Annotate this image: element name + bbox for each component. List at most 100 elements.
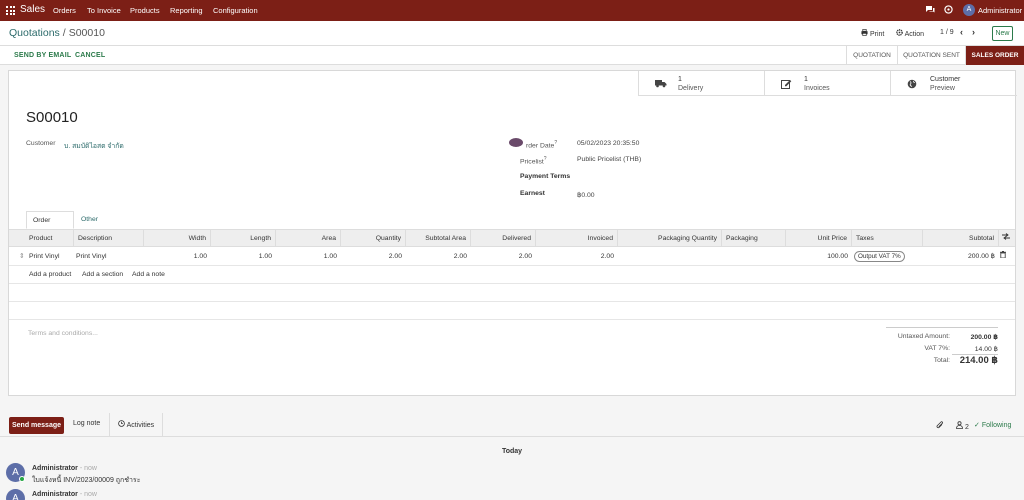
log-note-button[interactable]: Log note <box>73 420 100 427</box>
customer-preview-smart-button[interactable]: Customer Preview <box>890 71 1017 96</box>
col-unit-price[interactable]: Unit Price <box>786 230 852 247</box>
following-button[interactable]: ✓ Following <box>974 421 1011 429</box>
breadcrumb-current: S00010 <box>68 27 105 39</box>
order-date-help-icon[interactable]: ? <box>554 140 557 146</box>
add-note-link[interactable]: Add a note <box>128 266 169 283</box>
col-length[interactable]: Length <box>211 230 276 247</box>
help-icon[interactable] <box>944 5 953 16</box>
cancel-button[interactable]: CANCEL <box>75 52 105 59</box>
tax-tag[interactable]: Output VAT 7% <box>854 251 905 262</box>
empty-row <box>9 302 1015 320</box>
payment-terms-label: Payment Terms <box>520 173 571 180</box>
user-name[interactable]: Administrator <box>978 6 1022 15</box>
pricelist-value[interactable]: Public Pricelist (THB) <box>577 156 641 163</box>
col-area[interactable]: Area <box>276 230 341 247</box>
send-by-email-button[interactable]: SEND BY EMAIL <box>14 52 71 59</box>
chatter-toolbar: Send message Log note Activities 2 ✓ Fol… <box>0 410 1024 437</box>
row-subtotal-area[interactable]: 2.00 <box>406 248 471 265</box>
activities-button[interactable]: Activities <box>118 420 154 429</box>
customer-value[interactable]: บ. สมบัติไอสต จำกัด <box>64 140 124 151</box>
cursor-highlight <box>509 138 523 147</box>
pager-next-icon[interactable]: › <box>972 27 975 37</box>
row-width[interactable]: 1.00 <box>144 248 211 265</box>
row-description[interactable]: Print Vinyl <box>72 248 142 265</box>
row-taxes[interactable]: Output VAT 7% <box>850 248 921 265</box>
status-bar: SEND BY EMAIL CANCEL QUOTATION QUOTATION… <box>0 45 1024 65</box>
trash-icon[interactable] <box>996 248 1010 265</box>
col-subtotal-area[interactable]: Subtotal Area <box>406 230 471 247</box>
delivery-smart-button[interactable]: 1 Delivery <box>638 71 764 96</box>
row-packaging-quantity[interactable] <box>618 248 722 265</box>
menu-reporting[interactable]: Reporting <box>170 6 203 15</box>
menu-orders[interactable]: Orders <box>53 6 76 15</box>
message-body: ใบแจ้งหนี้ INV/2023/00009 ถูกชำระ <box>32 477 141 484</box>
row-area[interactable]: 1.00 <box>276 248 341 265</box>
invoices-smart-button[interactable]: 1 Invoices <box>764 71 890 96</box>
top-navbar: Sales Orders To Invoice Products Reporti… <box>0 0 1024 21</box>
menu-to-invoice[interactable]: To Invoice <box>87 6 121 15</box>
col-subtotal[interactable]: Subtotal <box>923 230 999 247</box>
stage-sales-order[interactable]: SALES ORDER <box>965 46 1024 65</box>
col-delivered[interactable]: Delivered <box>471 230 536 247</box>
col-quantity[interactable]: Quantity <box>341 230 406 247</box>
chat-icon[interactable] <box>925 5 935 16</box>
chatter-divider <box>162 413 163 437</box>
vat-value: 14.00 ฿ <box>974 346 998 353</box>
avatar[interactable]: A <box>6 489 25 500</box>
action-button[interactable]: Action <box>896 29 924 38</box>
col-description[interactable]: Description <box>74 230 144 247</box>
row-length[interactable]: 1.00 <box>211 248 276 265</box>
send-message-button[interactable]: Send message <box>9 417 64 434</box>
control-panel: Quotations / S00010 Print Action 1 / 9 ‹ ›… <box>0 21 1024 45</box>
col-packaging[interactable]: Packaging <box>722 230 786 247</box>
earnest-value[interactable]: ฿0.00 <box>577 191 595 199</box>
message-time: - now <box>79 465 97 472</box>
breadcrumb-quotations[interactable]: Quotations <box>9 27 60 39</box>
table-row[interactable]: ⇕ Print Vinyl Print Vinyl 1.00 1.00 1.00… <box>9 248 1015 266</box>
column-settings-icon[interactable] <box>999 230 1015 247</box>
row-packaging[interactable] <box>722 248 786 265</box>
pager-prev-icon[interactable]: ‹ <box>960 27 963 37</box>
message-author: Administrator - now <box>32 491 97 498</box>
col-product[interactable]: Product <box>9 230 74 247</box>
terms-conditions-field[interactable]: Terms and conditions... <box>28 330 98 337</box>
pricelist-label: Pricelist? <box>520 156 547 165</box>
row-product[interactable]: Print Vinyl <box>25 248 74 265</box>
pricelist-help-icon[interactable]: ? <box>544 156 547 162</box>
row-delivered[interactable]: 2.00 <box>471 248 536 265</box>
followers-button[interactable]: 2 <box>956 421 969 431</box>
message-author-name[interactable]: Administrator <box>32 491 78 498</box>
totals-box: Untaxed Amount: 200.00 ฿ VAT 7%: 14.00 ฿… <box>886 327 998 366</box>
menu-products[interactable]: Products <box>130 6 160 15</box>
message-author-name[interactable]: Administrator <box>32 465 78 472</box>
message-author: Administrator - now <box>32 465 97 472</box>
online-status-icon <box>19 476 25 482</box>
col-taxes[interactable]: Taxes <box>852 230 923 247</box>
print-button[interactable]: Print <box>861 29 884 38</box>
new-button[interactable]: New <box>992 26 1013 41</box>
print-icon <box>861 29 870 38</box>
stage-quotation[interactable]: QUOTATION <box>846 46 897 65</box>
order-date-value[interactable]: 05/02/2023 20:35:50 <box>577 140 639 147</box>
col-invoiced[interactable]: Invoiced <box>536 230 618 247</box>
user-avatar[interactable]: A <box>963 4 975 16</box>
col-packaging-quantity[interactable]: Packaging Quantity <box>618 230 722 247</box>
app-brand[interactable]: Sales <box>20 4 45 15</box>
add-section-link[interactable]: Add a section <box>78 266 127 283</box>
breadcrumb-separator: / <box>62 27 66 39</box>
paperclip-icon[interactable] <box>936 421 944 432</box>
stage-quotation-sent[interactable]: QUOTATION SENT <box>897 46 965 65</box>
pricelist-label-text: Pricelist <box>520 158 544 166</box>
col-width[interactable]: Width <box>144 230 211 247</box>
row-quantity[interactable]: 2.00 <box>341 248 406 265</box>
add-product-link[interactable]: Add a product <box>25 266 75 283</box>
tab-other-info[interactable]: Other Info <box>75 211 104 241</box>
tab-order-lines[interactable]: Order Lines <box>26 211 74 242</box>
row-invoiced[interactable]: 2.00 <box>536 248 618 265</box>
edit-icon <box>781 79 792 91</box>
apps-grid-icon[interactable] <box>6 6 15 15</box>
pager-value[interactable]: 1 / 9 <box>940 29 954 36</box>
row-unit-price[interactable]: 100.00 <box>786 248 852 265</box>
vat-label: VAT 7%: <box>924 345 950 352</box>
menu-configuration[interactable]: Configuration <box>213 6 258 15</box>
